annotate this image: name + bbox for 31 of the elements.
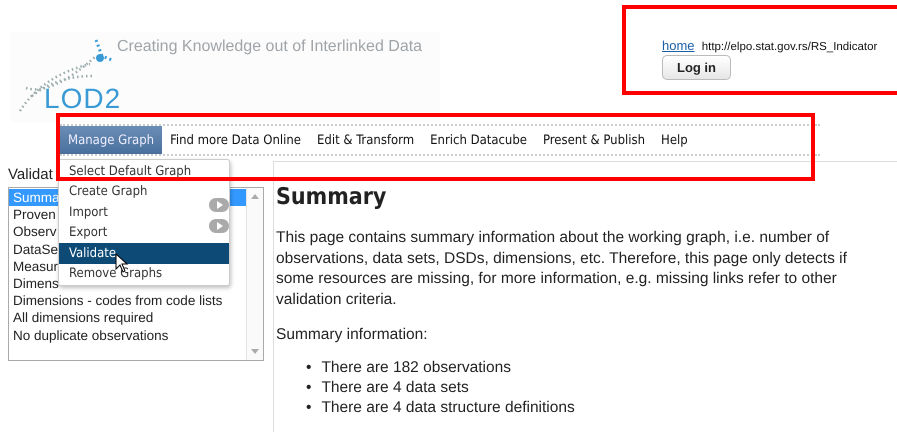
bullet-marker: • xyxy=(306,378,312,398)
summary-item: There are 4 data sets xyxy=(321,378,469,398)
home-link[interactable]: home xyxy=(662,38,695,53)
scroll-up-icon xyxy=(251,194,259,199)
dropdown-item[interactable]: Validate xyxy=(59,243,229,264)
menu-item[interactable]: Enrich Datacube xyxy=(422,126,535,154)
validation-label: Validat xyxy=(8,166,53,183)
bullet-marker: • xyxy=(306,358,312,378)
scroll-down-icon xyxy=(251,349,259,354)
login-button[interactable]: Log in xyxy=(662,55,731,80)
intro-paragraph: This page contains summary information about the working graph, i.e. number of observations, data sets, DSDs, dimensions, etc. Therefore, this page only detects if some resources are missing, for more information, e.g. missing links refer to other validation criteria. xyxy=(276,228,848,310)
list-option[interactable]: All dimensions required xyxy=(9,309,246,327)
list-option[interactable]: Dimensions - codes from code lists xyxy=(9,292,246,310)
bullet-marker: • xyxy=(306,398,312,418)
menu-item[interactable]: Edit & Transform xyxy=(309,126,422,154)
menu-item[interactable]: Present & Publish xyxy=(534,126,654,154)
dropdown-item[interactable]: Select Default Graph xyxy=(59,161,229,182)
menu-item[interactable]: Find more Data Online xyxy=(162,126,309,154)
tagline: Creating Knowledge out of Interlinked Data xyxy=(117,38,422,56)
scrollbar[interactable] xyxy=(246,188,263,360)
url-text: http://elpo.stat.gov.rs/RS_Indicator xyxy=(702,41,878,53)
list-option[interactable]: No duplicate observations xyxy=(9,326,246,344)
dropdown-item[interactable]: Export xyxy=(59,222,229,243)
section-heading: Summary information: xyxy=(276,326,429,344)
menu-item[interactable]: Help xyxy=(653,126,696,154)
summary-item: There are 4 data structure definitions xyxy=(321,398,575,418)
menu-item[interactable]: Manage Graph xyxy=(60,126,162,154)
summary-item: There are 182 observations xyxy=(321,358,511,378)
page-title: Summary xyxy=(276,184,388,210)
logo-text: LOD2 xyxy=(44,84,122,114)
dropdown-item[interactable]: Remove Graphs xyxy=(59,264,229,284)
